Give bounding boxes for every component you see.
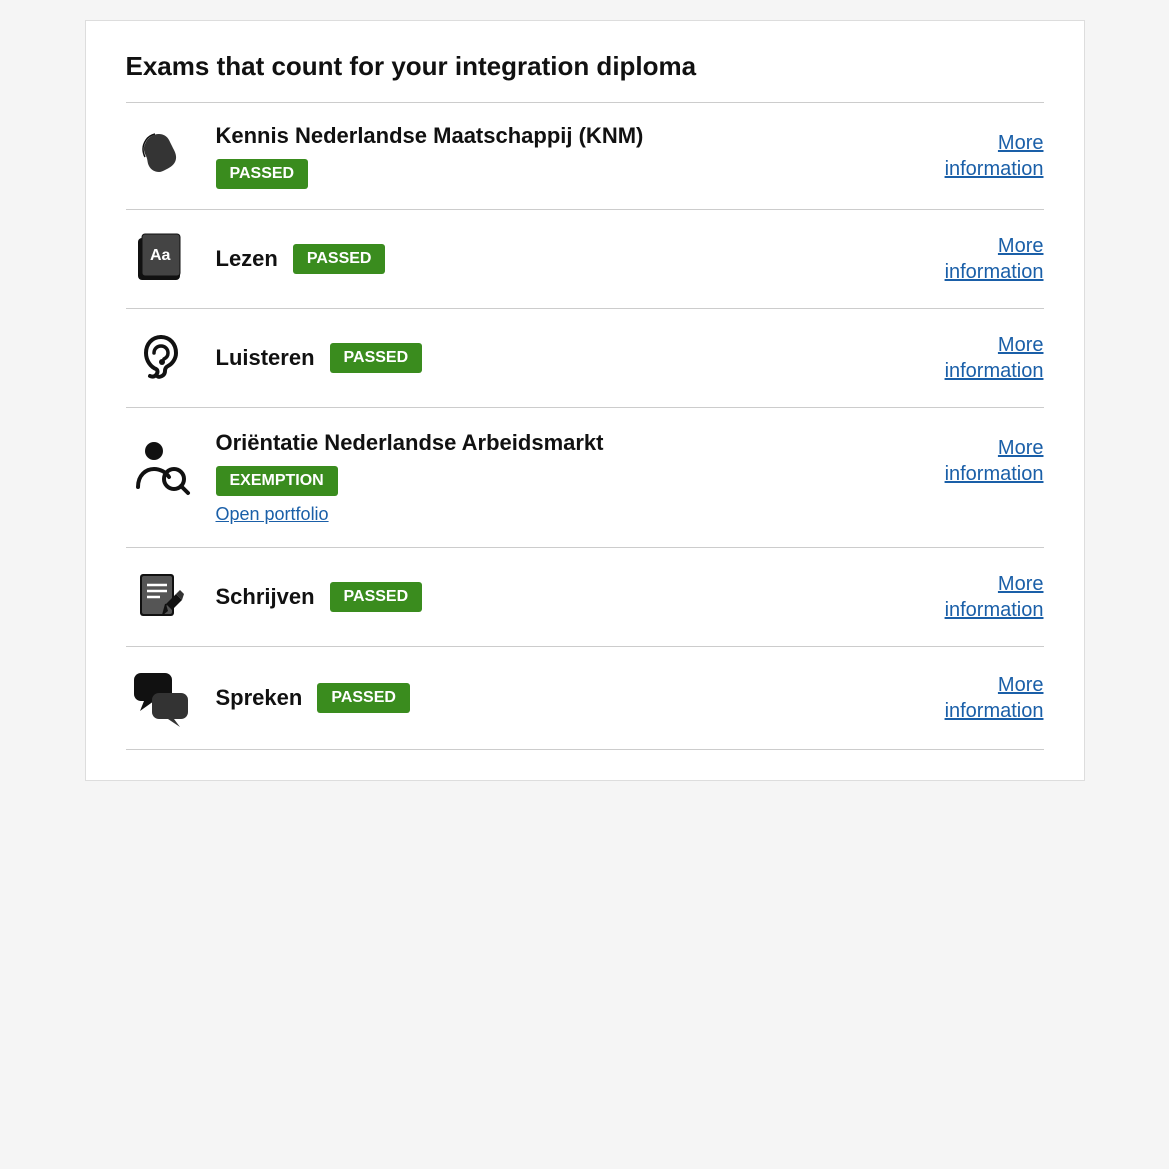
more-info-ona[interactable]: Moreinformation xyxy=(894,430,1044,487)
icon-lezen: Aa xyxy=(126,230,196,288)
exam-content-lezen: Lezen PASSED xyxy=(196,244,894,274)
icon-luisteren xyxy=(126,329,196,387)
exam-content-knm: Kennis Nederlandse Maatschappij (KNM) PA… xyxy=(196,123,894,189)
exam-row-lezen: Aa Lezen PASSED Moreinformation xyxy=(126,210,1044,308)
portfolio-link-ona[interactable]: Open portfolio xyxy=(216,504,329,524)
more-info-knm[interactable]: Moreinformation xyxy=(894,130,1044,182)
exam-row-schrijven: Schrijven PASSED Moreinformation xyxy=(126,548,1044,646)
exam-content-luisteren: Luisteren PASSED xyxy=(196,343,894,373)
exam-name-ona: Oriëntatie Nederlandse Arbeidsmarkt xyxy=(216,430,604,456)
main-container: Exams that count for your integration di… xyxy=(85,20,1085,781)
icon-ona xyxy=(126,430,196,497)
badge-knm: PASSED xyxy=(216,159,309,189)
bottom-divider xyxy=(126,749,1044,750)
badge-luisteren: PASSED xyxy=(330,343,423,373)
exam-row-ona: Oriëntatie Nederlandse Arbeidsmarkt EXEM… xyxy=(126,408,1044,547)
exam-row-knm: Kennis Nederlandse Maatschappij (KNM) PA… xyxy=(126,103,1044,209)
exam-name-lezen: Lezen xyxy=(216,246,278,272)
exam-name-luisteren: Luisteren xyxy=(216,345,315,371)
badge-ona: EXEMPTION xyxy=(216,466,338,496)
exam-row-luisteren: Luisteren PASSED Moreinformation xyxy=(126,309,1044,407)
exam-name-spreken: Spreken xyxy=(216,685,303,711)
exam-row-spreken: Spreken PASSED Moreinformation xyxy=(126,647,1044,749)
exam-content-schrijven: Schrijven PASSED xyxy=(196,582,894,612)
icon-spreken xyxy=(126,667,196,729)
page-title: Exams that count for your integration di… xyxy=(126,51,1044,82)
exam-name-schrijven: Schrijven xyxy=(216,584,315,610)
icon-knm xyxy=(126,126,196,186)
exam-content-spreken: Spreken PASSED xyxy=(196,683,894,713)
exam-name-knm: Kennis Nederlandse Maatschappij (KNM) xyxy=(216,123,644,149)
badge-spreken: PASSED xyxy=(317,683,410,713)
more-info-lezen[interactable]: Moreinformation xyxy=(894,233,1044,285)
badge-schrijven: PASSED xyxy=(330,582,423,612)
exam-content-ona: Oriëntatie Nederlandse Arbeidsmarkt EXEM… xyxy=(196,430,894,525)
icon-schrijven xyxy=(126,568,196,626)
more-info-schrijven[interactable]: Moreinformation xyxy=(894,571,1044,623)
badge-lezen: PASSED xyxy=(293,244,386,274)
more-info-spreken[interactable]: Moreinformation xyxy=(894,672,1044,724)
svg-text:Aa: Aa xyxy=(150,247,171,264)
more-info-luisteren[interactable]: Moreinformation xyxy=(894,332,1044,384)
